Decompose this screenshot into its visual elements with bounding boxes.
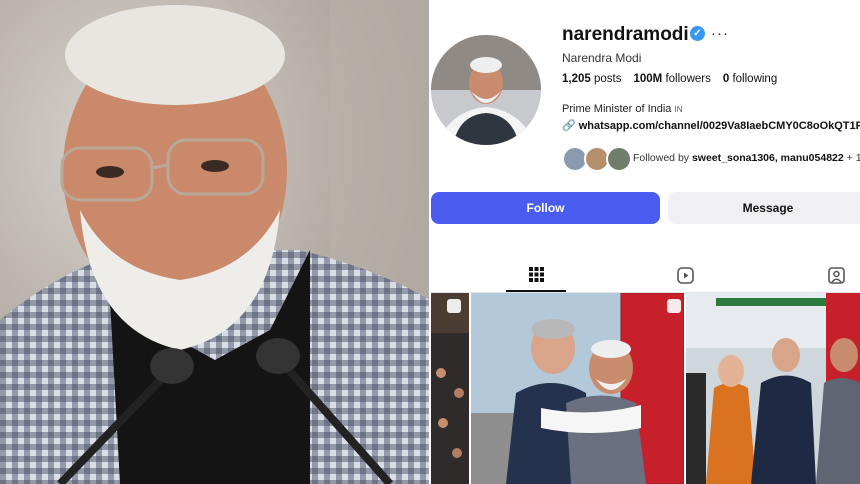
following-count[interactable]: 0 following	[723, 73, 777, 85]
tab-posts[interactable]	[506, 258, 566, 292]
message-button[interactable]: Message	[668, 192, 860, 224]
post-thumbnail[interactable]	[686, 293, 860, 484]
posts-count: 1,205 posts	[562, 73, 622, 85]
profile-full-name: Narendra Modi	[562, 51, 642, 65]
profile-link[interactable]: 🔗 whatsapp.com/channel/0029Va8IaebCMY0C8o…	[562, 119, 860, 132]
reel-indicator-icon	[667, 299, 681, 313]
more-options-button[interactable]: ···	[711, 25, 729, 42]
tagged-icon	[827, 266, 845, 284]
followed-by-text: Followed by sweet_sona1306, manu054822 +…	[633, 152, 860, 164]
post-image	[471, 293, 684, 484]
avatar-image	[431, 35, 541, 145]
post-thumbnail[interactable]	[431, 293, 469, 484]
link-text[interactable]: whatsapp.com/channel/0029Va8IaebCMY0C8oO…	[579, 120, 860, 132]
tab-reels[interactable]	[655, 258, 715, 292]
profile-bio: Prime Minister of India IN	[562, 103, 683, 115]
bio-text: Prime Minister of India	[562, 103, 672, 115]
portrait-illustration	[0, 0, 430, 484]
follow-button[interactable]: Follow	[431, 192, 660, 224]
followers-count[interactable]: 100M followers	[633, 73, 710, 85]
post-image	[431, 293, 469, 484]
link-icon: 🔗	[562, 120, 576, 132]
reel-indicator-icon	[447, 299, 461, 313]
follower-avatar	[606, 146, 632, 172]
posts-grid	[431, 293, 860, 484]
verified-badge-icon: ✓	[690, 26, 705, 41]
instagram-profile: narendramodi ✓ ··· Narendra Modi 1,205 p…	[431, 0, 860, 484]
grid-icon	[528, 266, 544, 282]
post-image	[686, 293, 860, 484]
profile-stats: 1,205 posts 100M followers 0 following	[562, 73, 777, 85]
followed-by-row[interactable]: Followed by sweet_sona1306, manu054822 +…	[562, 146, 860, 172]
profile-username: narendramodi	[562, 24, 689, 45]
bio-flag: IN	[674, 105, 683, 114]
profile-tabs	[431, 258, 860, 293]
profile-avatar[interactable]	[431, 35, 541, 145]
news-photo	[0, 0, 430, 484]
post-thumbnail[interactable]	[471, 293, 684, 484]
tab-tagged[interactable]	[806, 258, 860, 292]
reels-icon	[676, 266, 694, 284]
